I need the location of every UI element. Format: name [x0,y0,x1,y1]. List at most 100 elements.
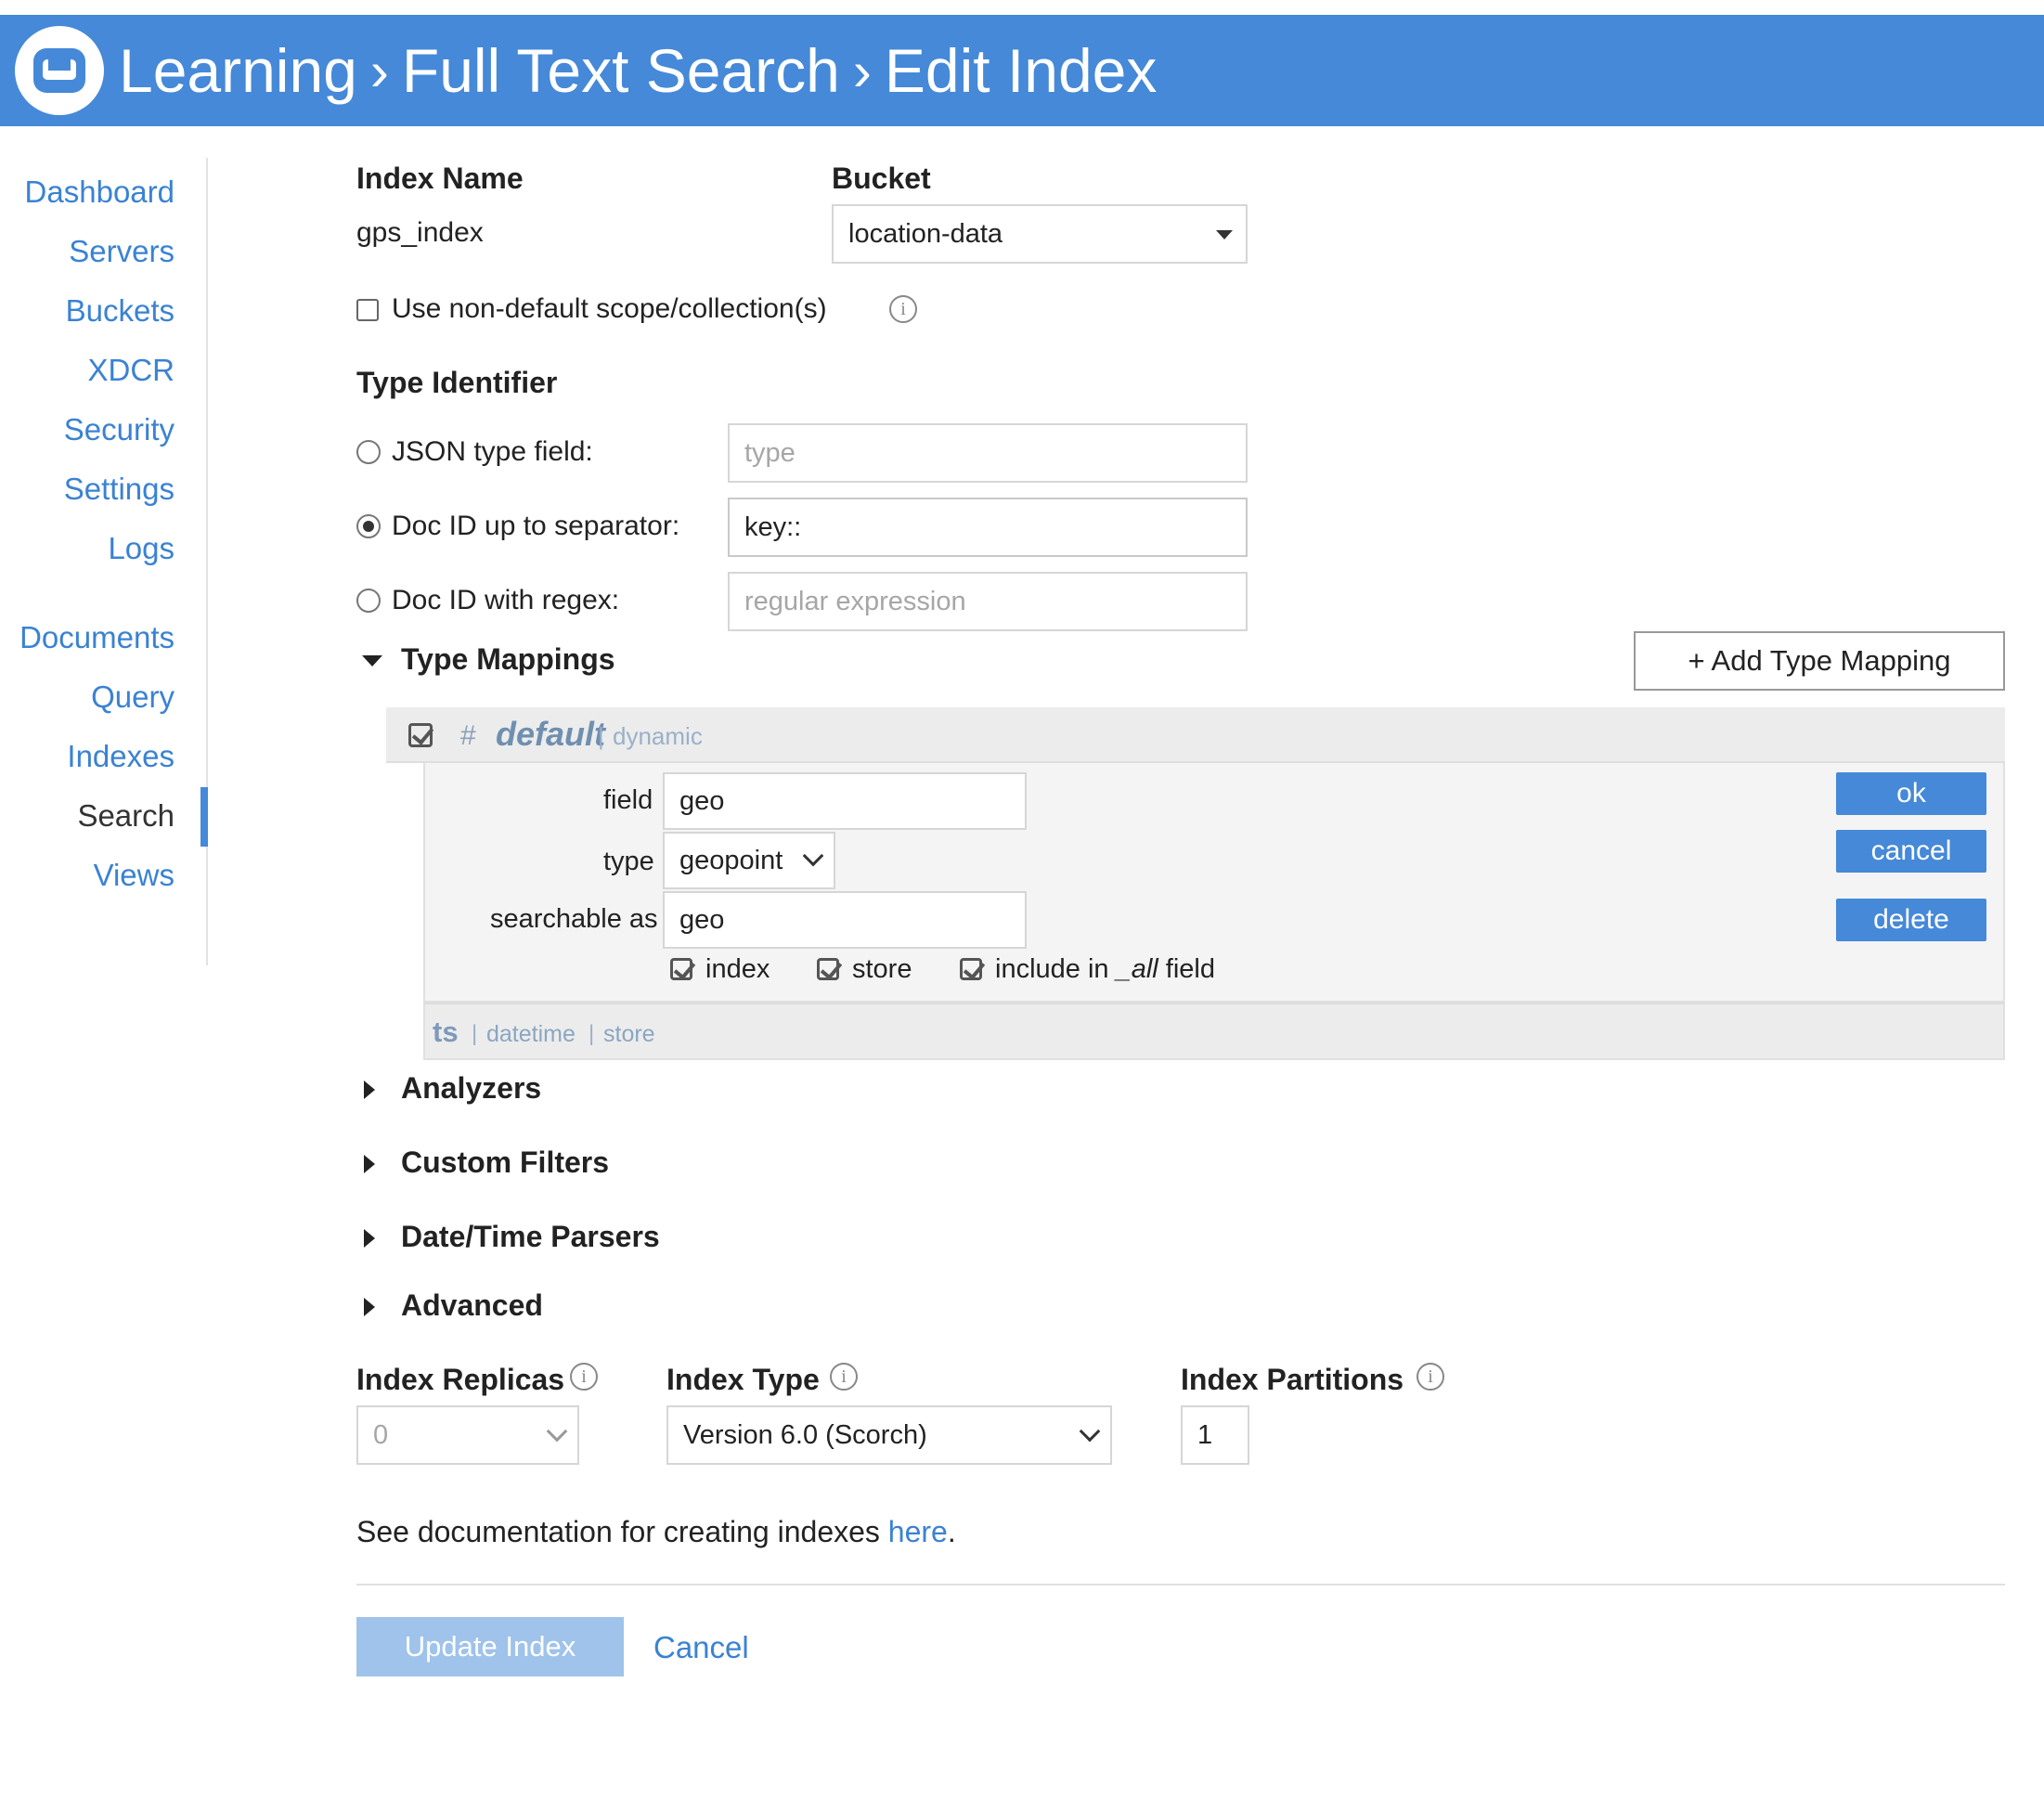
sidebar-item-logs[interactable]: Logs [108,531,175,566]
breadcrumb-full-text-search[interactable]: Full Text Search [402,35,840,106]
doc-id-regex-input[interactable]: regular expression [728,572,1248,631]
json-type-field-input[interactable]: type [728,423,1248,483]
field-mapping-editor: field geo type geopoint searchable as ge… [423,763,2005,1003]
chevron-right-icon: › [369,39,389,102]
type-mappings-label[interactable]: Type Mappings [401,642,615,677]
ok-button[interactable]: ok [1836,772,1986,815]
store-checkbox[interactable] [817,958,839,980]
sidebar-item-security[interactable]: Security [64,412,175,447]
type-mapping-row-default[interactable]: # default | dynamic [386,707,2005,763]
cancel-link[interactable]: Cancel [653,1630,749,1665]
expanded-triangle-icon[interactable] [362,655,382,667]
type-select-value: geopoint [679,845,783,875]
scope-checkbox[interactable] [356,299,379,321]
sidebar-item-search[interactable]: Search [77,798,175,834]
child-field-type: datetime [486,1021,576,1047]
searchable-as-input[interactable]: geo [663,891,1027,949]
bucket-select-value: location-data [848,218,1003,249]
index-partitions-label: Index Partitions [1181,1363,1404,1396]
delete-button[interactable]: delete [1836,899,1986,941]
sidebar-item-query[interactable]: Query [91,680,175,715]
json-type-field-label[interactable]: JSON type field: [392,436,593,468]
store-checkbox-label[interactable]: store [852,954,912,985]
include-all-checkbox-label[interactable]: include in _all field [995,954,1215,985]
top-header: Learning › Full Text Search › Edit Index [0,15,2044,126]
sidebar-item-xdcr[interactable]: XDCR [87,353,175,388]
index-replicas-label: Index Replicas [356,1363,565,1396]
mapping-separator: | [598,722,604,750]
sidebar-nav: Dashboard Servers Buckets XDCR Security … [0,158,208,965]
index-type-value: Version 6.0 (Scorch) [683,1419,927,1450]
breadcrumb: Learning › Full Text Search › Edit Index [119,15,1157,126]
mapping-mode: dynamic [613,722,703,750]
section-datetime-parsers[interactable]: Date/Time Parsers [401,1220,660,1254]
sidebar-item-views[interactable]: Views [94,858,175,893]
type-select[interactable]: geopoint [663,832,835,889]
section-custom-filters[interactable]: Custom Filters [401,1145,609,1180]
collapsed-triangle-icon[interactable] [364,1298,375,1316]
info-icon[interactable]: i [830,1363,858,1391]
index-partitions-input[interactable]: 1 [1181,1405,1249,1465]
json-type-field-radio[interactable] [356,440,381,464]
doc-id-separator-radio[interactable] [356,514,381,538]
chevron-down-icon [1079,1420,1101,1443]
cancel-mapping-button[interactable]: cancel [1836,830,1986,873]
mapping-name[interactable]: default [496,715,605,754]
breadcrumb-edit-index: Edit Index [884,36,1158,105]
doc-id-regex-radio[interactable] [356,589,381,613]
section-advanced[interactable]: Advanced [401,1288,543,1323]
type-label: type [603,847,654,876]
section-analyzers[interactable]: Analyzers [401,1071,541,1106]
doc-id-separator-input[interactable]: key:: [728,498,1248,557]
info-icon[interactable]: i [570,1363,598,1391]
sidebar-item-buckets[interactable]: Buckets [66,293,175,329]
sidebar-item-documents[interactable]: Documents [19,620,175,655]
documentation-note: See documentation for creating indexes h… [356,1515,956,1548]
child-field-sep: | [589,1021,595,1046]
collapsed-triangle-icon[interactable] [364,1155,375,1173]
doc-id-separator-label[interactable]: Doc ID up to separator: [392,511,679,542]
include-all-checkbox[interactable] [960,958,982,980]
collapsed-triangle-icon[interactable] [364,1229,375,1248]
chevron-down-icon [546,1420,568,1443]
divider [356,1584,2005,1586]
sidebar-item-dashboard[interactable]: Dashboard [25,175,175,210]
searchable-as-label: searchable as [490,904,658,934]
documentation-link[interactable]: here [888,1515,948,1548]
index-checkbox-label[interactable]: index [705,954,770,985]
hash-icon: # [460,720,476,751]
chevron-right-icon: › [852,39,872,102]
type-identifier-label: Type Identifier [356,366,558,399]
sidebar-item-indexes[interactable]: Indexes [67,739,175,774]
index-checkbox[interactable] [670,958,692,980]
checkbox-checked-icon[interactable] [408,723,433,747]
index-replicas-select[interactable]: 0 [356,1405,579,1465]
collapsed-triangle-icon[interactable] [364,1081,375,1099]
info-icon[interactable]: i [1417,1363,1444,1391]
sidebar-item-settings[interactable]: Settings [64,472,175,507]
sidebar-item-servers[interactable]: Servers [69,234,175,269]
index-name-label: Index Name [356,162,524,195]
doc-id-regex-label[interactable]: Doc ID with regex: [392,585,619,616]
index-type-select[interactable]: Version 6.0 (Scorch) [666,1405,1112,1465]
child-field-sep: | [472,1021,478,1046]
update-index-button[interactable]: Update Index [356,1617,624,1676]
add-type-mapping-button[interactable]: + Add Type Mapping [1634,631,2005,691]
caret-down-icon [1216,230,1233,239]
active-indicator [201,787,208,847]
info-icon[interactable]: i [889,295,917,323]
chevron-down-icon [802,845,824,867]
index-replicas-value: 0 [373,1419,389,1450]
couchbase-logo-icon[interactable] [15,26,104,115]
index-name-value: gps_index [356,217,484,248]
breadcrumb-learning[interactable]: Learning [119,35,357,106]
index-type-label: Index Type [666,1363,820,1396]
child-field-name[interactable]: ts [433,1016,459,1049]
scope-checkbox-label[interactable]: Use non-default scope/collection(s) [392,293,827,325]
field-label: field [603,785,653,815]
field-input[interactable]: geo [663,772,1027,830]
child-field-flag: store [603,1021,655,1047]
bucket-label: Bucket [832,162,931,195]
child-field-row-ts[interactable]: ts | datetime | store [423,1003,2005,1060]
bucket-select[interactable]: location-data [832,204,1248,264]
